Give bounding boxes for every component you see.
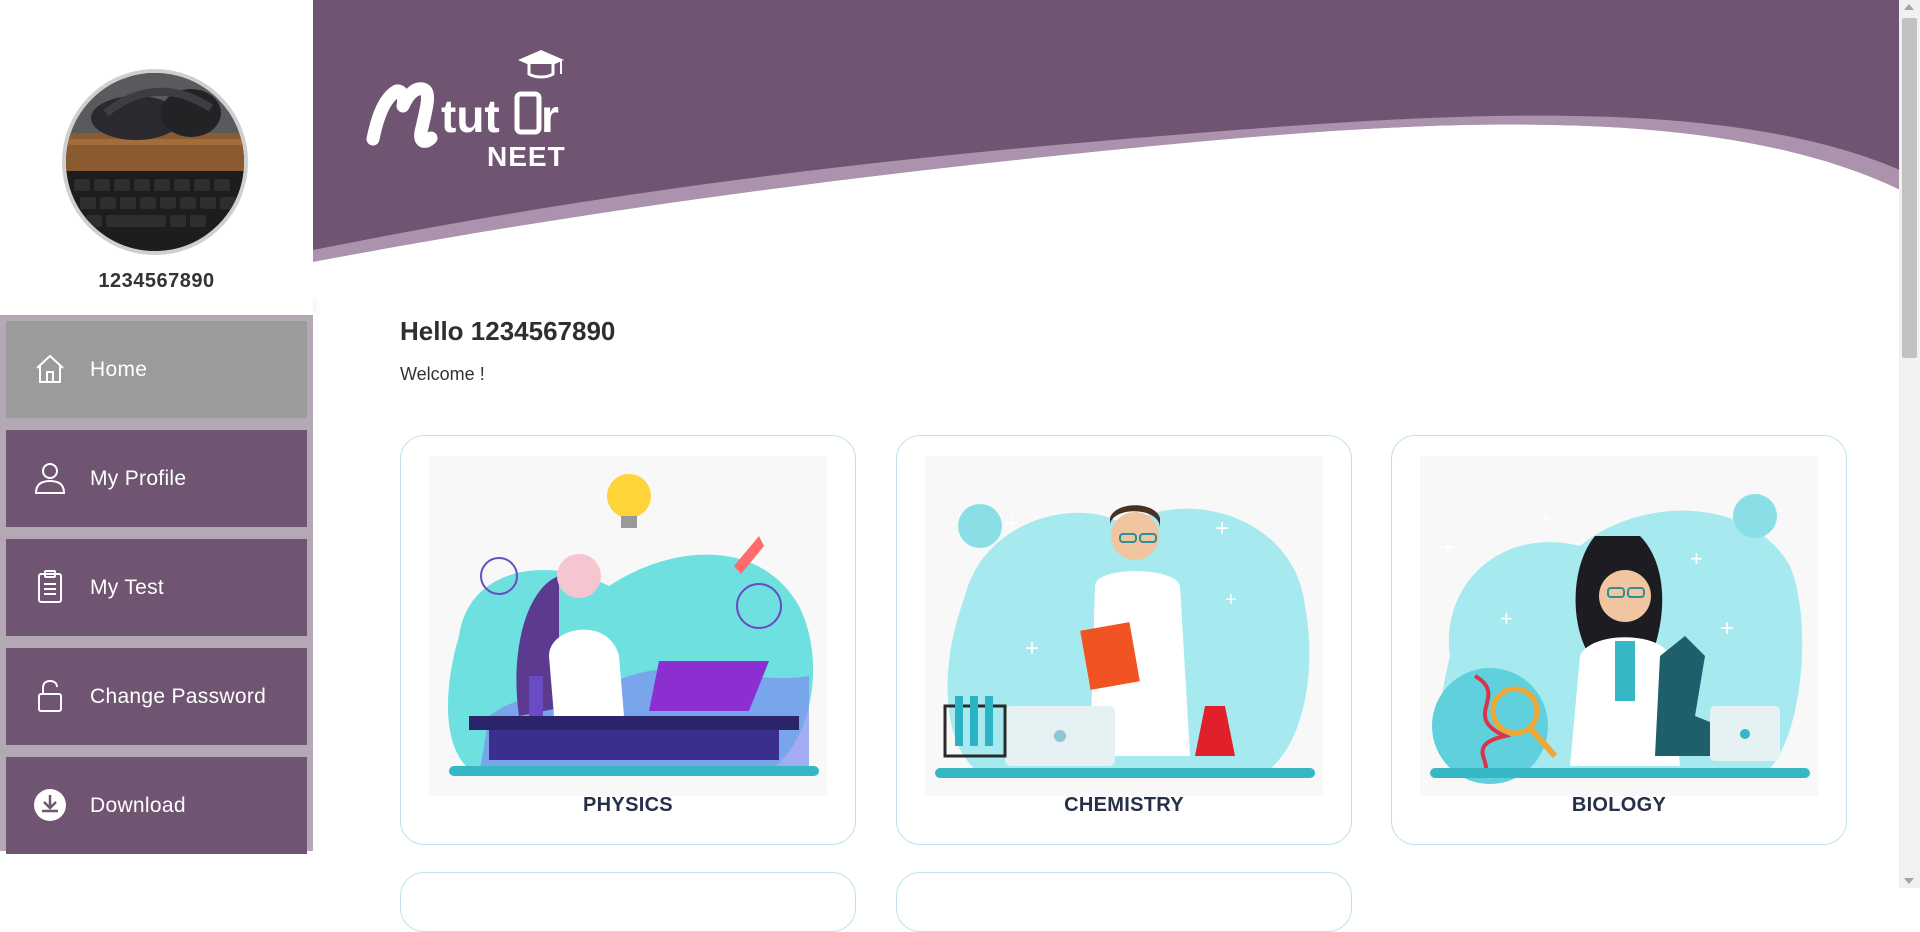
welcome-text: Welcome !: [400, 364, 485, 384]
subject-label: CHEMISTRY: [1064, 794, 1184, 816]
svg-text:+: +: [1690, 546, 1703, 571]
home-icon: [32, 351, 68, 387]
svg-text:+: +: [1500, 606, 1513, 631]
sidebar-item-home[interactable]: Home: [6, 321, 307, 418]
mtutor-logo[interactable]: tut r NEET: [363, 44, 573, 172]
username: 1234567890: [98, 270, 215, 292]
subject-card-biology[interactable]: + + + + + BIOLOGY: [1391, 435, 1847, 845]
subject-label: PHYSICS: [583, 794, 673, 816]
logo-text: tut: [441, 90, 500, 142]
chemistry-illustration: + + + +: [925, 456, 1323, 796]
clipboard-icon: [32, 569, 68, 605]
subject-label: BIOLOGY: [1571, 794, 1667, 816]
sidebar-item-change-password[interactable]: Change Password: [6, 648, 307, 745]
sidebar-item-label: My Profile: [90, 467, 187, 490]
svg-text:+: +: [1440, 532, 1455, 562]
scroll-up-arrow-icon[interactable]: [1904, 4, 1914, 10]
scroll-down-arrow-icon[interactable]: [1904, 878, 1914, 884]
subject-card-chemistry[interactable]: + + + + CHEMISTRY: [896, 435, 1352, 845]
biology-illustration: + + + + +: [1420, 456, 1818, 796]
svg-text:+: +: [1720, 615, 1734, 642]
svg-text:+: +: [1215, 515, 1229, 542]
svg-text:+: +: [1225, 589, 1237, 611]
sidebar-item-label: Home: [90, 358, 148, 381]
download-icon: [32, 787, 68, 823]
sidebar-item-my-profile[interactable]: My Profile: [6, 430, 307, 527]
subject-card-partial[interactable]: [896, 872, 1352, 932]
subject-card-partial[interactable]: [400, 872, 856, 932]
user-icon: [32, 460, 68, 496]
header-banner: tut r NEET: [313, 0, 1900, 300]
sidebar: 1234567890 Home My Profile My Test Chang…: [0, 0, 313, 888]
lock-icon: [32, 678, 68, 714]
scroll-thumb[interactable]: [1902, 18, 1917, 358]
sidebar-menu: Home My Profile My Test Change Password …: [0, 315, 313, 854]
svg-text:+: +: [1025, 635, 1039, 662]
sidebar-item-label: Change Password: [90, 685, 267, 708]
profile-panel: 1234567890: [0, 0, 313, 315]
sidebar-item-label: My Test: [90, 576, 165, 599]
physics-illustration: [429, 456, 827, 796]
sidebar-item-label: Download: [90, 794, 186, 817]
avatar[interactable]: [62, 69, 248, 255]
svg-text:+: +: [1540, 506, 1553, 531]
svg-text:+: +: [1005, 510, 1019, 537]
sidebar-item-download[interactable]: Download: [6, 757, 307, 854]
logo-mark: tut r NEET: [366, 50, 566, 172]
sidebar-item-my-test[interactable]: My Test: [6, 539, 307, 636]
svg-text:r: r: [541, 90, 559, 142]
page-title: Hello 1234567890: [400, 316, 616, 346]
logo-subtext: NEET: [487, 141, 566, 169]
avatar-photo: [66, 73, 244, 251]
subject-card-physics[interactable]: PHYSICS: [400, 435, 856, 845]
page-scrollbar[interactable]: [1899, 0, 1920, 888]
